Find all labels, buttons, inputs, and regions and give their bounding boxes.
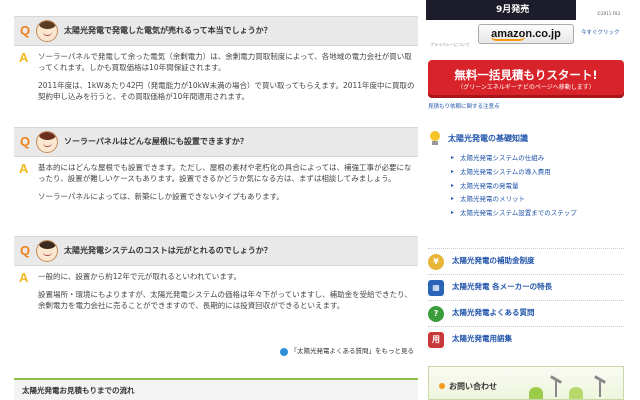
estimate-button-label: 無料一括見積もりスタート! — [454, 68, 598, 82]
q-icon: Q — [19, 22, 31, 38]
avatar — [36, 20, 58, 42]
faq-link-label: 太陽光発電よくある質問 — [452, 308, 535, 318]
knowledge-list: 太陽光発電システムの仕組み 太陽光発電システムの導入費用 太陽光発電の発電量 太… — [428, 154, 624, 218]
bullet-icon — [439, 383, 445, 389]
copyright-label: ©2011 F03 — [597, 11, 620, 16]
q-icon: Q — [19, 242, 31, 258]
flow-heading: 太陽光発電お見積もりまでの流れ — [14, 378, 418, 400]
question-icon: ? — [428, 305, 444, 322]
estimate-notes-link[interactable]: 見積もり依頼に関する注意点 — [428, 104, 500, 112]
makers-label: 太陽光発電 各メーカーの特長 — [452, 282, 553, 292]
avatar — [36, 240, 58, 262]
glossary-icon: 用 — [428, 331, 444, 348]
answer-paragraph: 2011年度は、1kWあたり42円（発電能力が10kW未満の場合）で買い取っても… — [38, 80, 415, 101]
answer-block: A 一般的に、設置から約12年で元が取れるといわれています。 設置場所・環境にも… — [14, 266, 418, 312]
release-label: 9月発売 — [496, 5, 530, 15]
a-icon: A — [19, 161, 29, 176]
estimate-button-sublabel: （グリーンエネルギーナビのページへ移動します） — [457, 83, 595, 91]
lightbulb-icon — [428, 131, 442, 147]
contact-box[interactable]: お問い合わせ — [428, 366, 624, 400]
main-column: Q 太陽光発電で発電した電気が売れるって本当でしょうか？ A ソーラーパネルで発… — [14, 0, 418, 400]
a-icon: A — [19, 270, 29, 285]
avatar — [36, 131, 58, 153]
knowledge-header: 太陽光発電の基礎知識 — [428, 128, 624, 150]
knowledge-link[interactable]: 太陽光発電のメリット — [451, 195, 624, 204]
question-bar: Q 太陽光発電で発電した電気が売れるって本当でしょうか？ — [14, 16, 418, 46]
ad-banner: 9月発売 ©2011 F03 — [426, 0, 620, 20]
answer-paragraph: 一般的に、設置から約12年で元が取れるといわれています。 — [38, 272, 241, 281]
estimate-start-button[interactable]: 無料一括見積もりスタート! （グリーンエネルギーナビのページへ移動します） — [428, 60, 624, 98]
answer-paragraph: 基本的にはどんな屋根でも設置できます。ただし、屋根の素材や老朽化の具合によっては… — [38, 163, 412, 183]
subsidy-link[interactable]: ¥ 太陽光発電の補助金制度 — [428, 248, 624, 270]
answer-paragraph: ソーラーパネルで発電して余った電気（余剰電力）は、余剰電力買取制度によって、各地… — [38, 52, 412, 72]
answer-block: A 基本的にはどんな屋根でも設置できます。ただし、屋根の素材や老朽化の具合によっ… — [14, 157, 418, 203]
question-bar: Q 太陽光発電システムのコストは元がとれるのでしょうか？ — [14, 236, 418, 266]
knowledge-link[interactable]: 太陽光発電システムの導入費用 — [451, 168, 624, 177]
glossary-link[interactable]: 用 太陽光発電用語集 — [428, 326, 624, 348]
makers-link[interactable]: ▦ 太陽光発電 各メーカーの特長 — [428, 274, 624, 296]
knowledge-link[interactable]: 太陽光発電の発電量 — [451, 182, 624, 191]
sidebar: 9月発売 ©2011 F03 amazon.co.jp 今すぐクリック プライバ… — [426, 0, 626, 400]
tree-icon — [569, 387, 583, 399]
grid-icon: ▦ — [428, 279, 444, 296]
question-bar: Q ソーラーパネルはどんな屋根にも設置できますか？ — [14, 127, 418, 157]
faq-item: Q 太陽光発電で発電した電気が売れるって本当でしょうか？ A ソーラーパネルで発… — [14, 16, 418, 110]
arrow-circle-icon — [279, 347, 288, 356]
glossary-label: 太陽光発電用語集 — [452, 334, 512, 344]
faq-item: Q ソーラーパネルはどんな屋根にも設置できますか？ A 基本的にはどんな屋根でも… — [14, 127, 418, 210]
answer-paragraph: ソーラーパネルによっては、新築にしか設置できないタイプもあります。 — [38, 191, 284, 201]
faq-item: Q 太陽光発電システムのコストは元がとれるのでしょうか？ A 一般的に、設置から… — [14, 236, 418, 319]
more-faq-link[interactable]: 「太陽光発電よくある質問」をもっと見る — [279, 347, 415, 356]
amazon-ad[interactable]: 9月発売 ©2011 F03 amazon.co.jp 今すぐクリック プライバ… — [426, 0, 626, 50]
privacy-link[interactable]: プライバシーについて — [430, 42, 470, 48]
knowledge-link[interactable]: 太陽光発電システムの仕組み — [451, 154, 624, 163]
answer-block: A ソーラーパネルで発電して余った電気（余剰電力）は、余剰電力買取制度によって、… — [14, 46, 418, 103]
faq-link[interactable]: ? 太陽光発電よくある質問 — [428, 300, 624, 322]
contact-label: お問い合わせ — [449, 382, 497, 391]
amazon-logo[interactable]: amazon.co.jp — [478, 24, 574, 44]
a-icon: A — [19, 50, 29, 65]
question-text: 太陽光発電で発電した電気が売れるって本当でしょうか？ — [64, 26, 272, 36]
question-text: 太陽光発電システムのコストは元がとれるのでしょうか？ — [64, 246, 272, 256]
q-icon: Q — [19, 133, 31, 149]
knowledge-section: 太陽光発電の基礎知識 太陽光発電システムの仕組み 太陽光発電システムの導入費用 … — [428, 128, 624, 223]
answer-paragraph: 設置場所・環境にもよりますが、太陽光発電システムの価格は年々下がっていますし、補… — [38, 289, 412, 310]
coin-icon: ¥ — [428, 253, 444, 270]
more-faq-label: 「太陽光発電よくある質問」をもっと見る — [290, 347, 415, 355]
subsidy-label: 太陽光発電の補助金制度 — [452, 256, 535, 266]
question-text: ソーラーパネルはどんな屋根にも設置できますか？ — [64, 137, 248, 147]
windmill-icon — [555, 381, 557, 397]
knowledge-link[interactable]: 太陽光発電システム設置までのステップ — [451, 209, 624, 218]
tree-icon — [529, 387, 543, 399]
windmill-icon — [599, 381, 601, 397]
buy-now-link[interactable]: 今すぐクリック — [581, 30, 620, 38]
knowledge-title[interactable]: 太陽光発電の基礎知識 — [448, 133, 528, 145]
